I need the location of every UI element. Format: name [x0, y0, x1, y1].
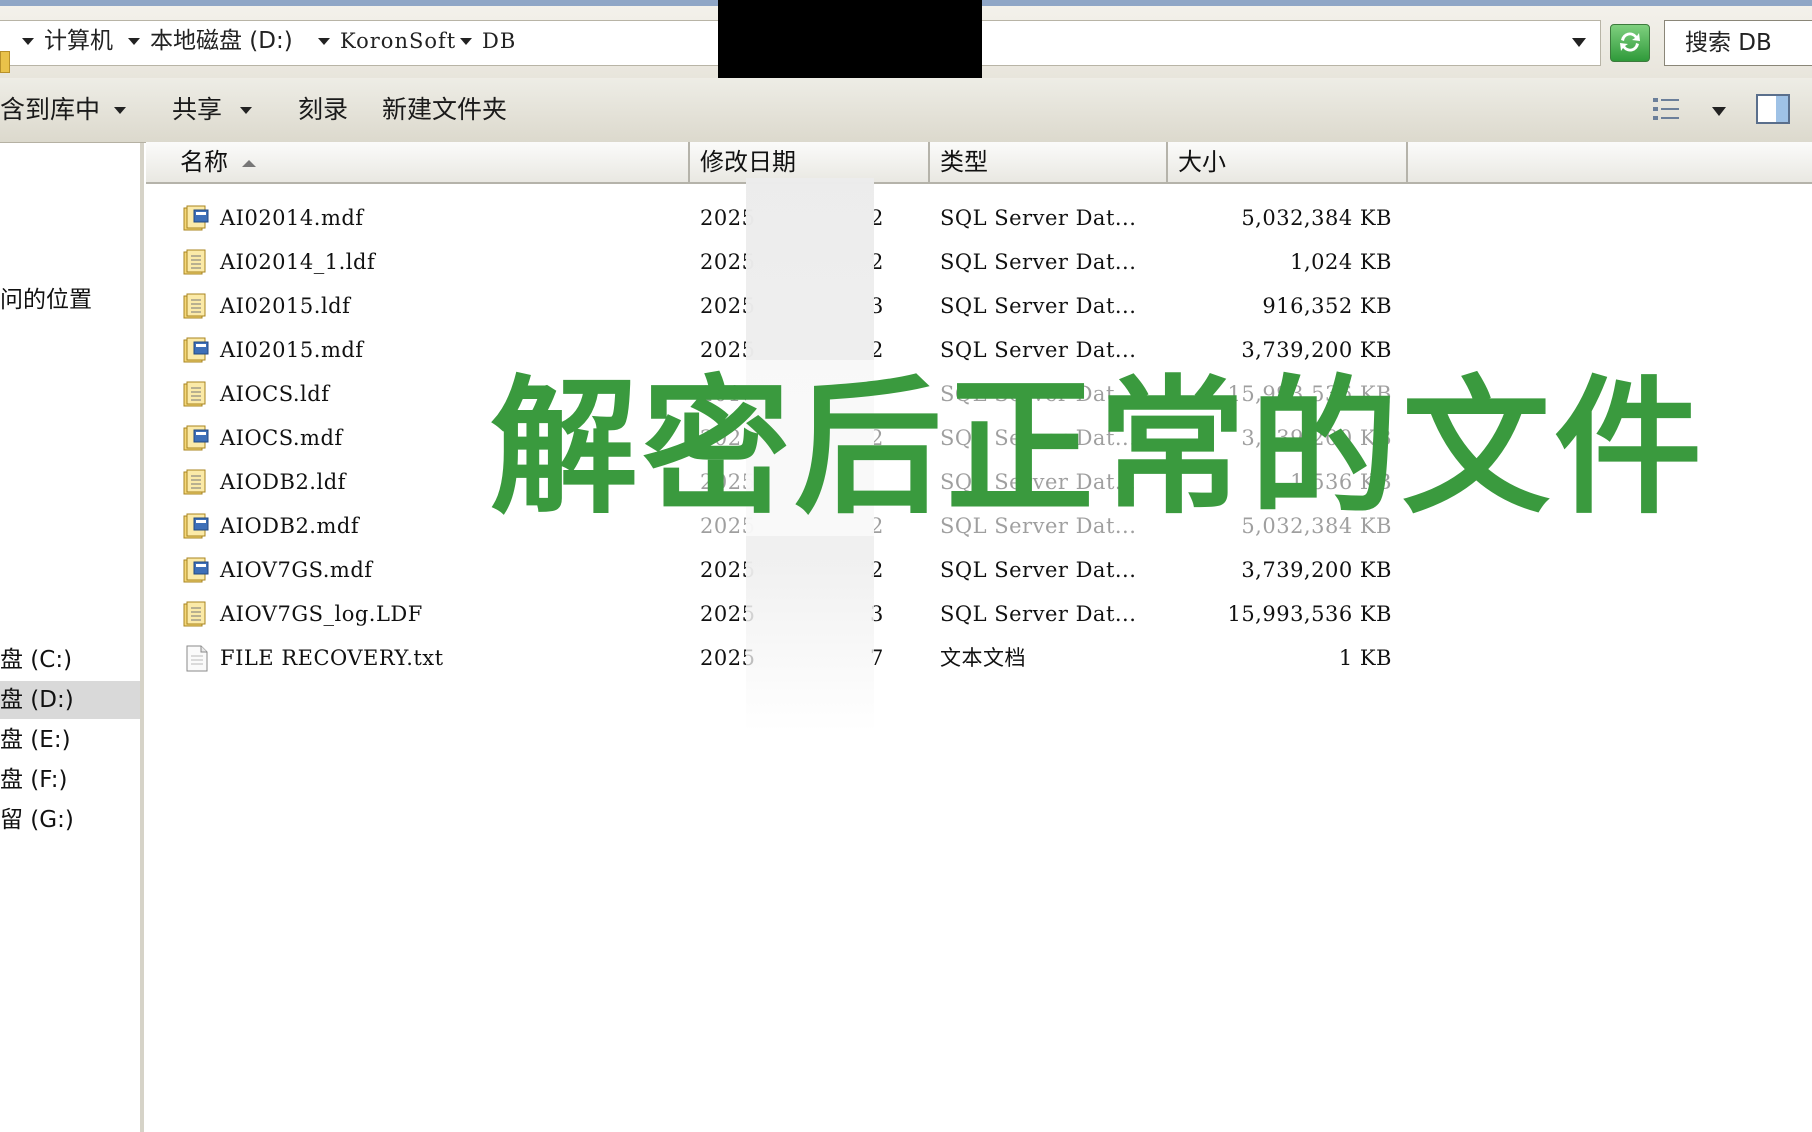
file-type: SQL Server Dat...	[940, 602, 1137, 626]
nav-item-recent-places[interactable]: 问的位置	[0, 281, 140, 319]
nav-item-drive-g[interactable]: 留 (G:)	[0, 801, 140, 839]
file-name: AI02014_1.ldf	[220, 250, 376, 274]
file-name: AIOV7GS_log.LDF	[220, 602, 423, 626]
file-size: 5,032,384 KB	[1241, 206, 1392, 230]
file-name: AIODB2.ldf	[220, 470, 346, 494]
column-header-type[interactable]: 类型	[930, 142, 1168, 182]
preview-pane-icon[interactable]	[1756, 94, 1790, 124]
chevron-down-icon[interactable]	[128, 38, 140, 45]
file-size: 1 KB	[1338, 646, 1392, 670]
overlay-caption: 解密后正常的文件	[490, 362, 1706, 534]
nav-item-drive-d[interactable]: 盘 (D:)	[0, 681, 140, 719]
share-button[interactable]: 共享	[172, 92, 222, 128]
refresh-icon	[1620, 32, 1640, 52]
database-log-file-icon	[182, 292, 210, 320]
file-name: AIOCS.mdf	[220, 426, 343, 450]
nav-item-drive-f[interactable]: 盘 (F:)	[0, 761, 140, 799]
file-type: 文本文档	[940, 646, 1026, 670]
database-data-file-icon	[182, 424, 210, 452]
database-log-file-icon	[182, 468, 210, 496]
chevron-down-icon[interactable]	[240, 107, 252, 114]
refresh-button[interactable]	[1610, 24, 1650, 62]
column-header-type-label: 类型	[940, 148, 988, 176]
database-data-file-icon	[182, 336, 210, 364]
column-header-name[interactable]: 名称	[146, 142, 690, 182]
column-header-name-label: 名称	[180, 148, 228, 176]
sort-ascending-icon	[242, 159, 256, 167]
file-name: AIODB2.mdf	[220, 514, 360, 538]
column-header-size-label: 大小	[1178, 148, 1226, 176]
text-file-icon	[182, 644, 210, 672]
file-name: FILE RECOVERY.txt	[220, 646, 444, 670]
column-header-row: 名称 修改日期 类型 大小	[146, 142, 1812, 184]
search-placeholder: 搜索 DB	[1685, 30, 1772, 56]
file-name: AI02015.mdf	[220, 338, 364, 362]
file-size: 3,739,200 KB	[1241, 558, 1392, 582]
file-size: 916,352 KB	[1262, 294, 1392, 318]
column-header-date-label: 修改日期	[700, 148, 796, 176]
file-name: AI02014.mdf	[220, 206, 364, 230]
nav-item-drive-e[interactable]: 盘 (E:)	[0, 721, 140, 759]
chevron-down-icon[interactable]	[460, 38, 472, 45]
database-data-file-icon	[182, 512, 210, 540]
breadcrumb-drive-d[interactable]: 本地磁盘 (D:)	[150, 23, 293, 59]
file-size: 1,024 KB	[1290, 250, 1392, 274]
chevron-down-icon[interactable]	[22, 38, 34, 45]
chevron-down-icon[interactable]	[318, 38, 330, 45]
database-data-file-icon	[182, 204, 210, 232]
address-history-dropdown-icon[interactable]	[1572, 38, 1586, 47]
breadcrumb-db[interactable]: DB	[482, 23, 516, 59]
database-log-file-icon	[182, 600, 210, 628]
view-dropdown-icon[interactable]	[1712, 107, 1726, 116]
file-name: AI02015.ldf	[220, 294, 351, 318]
breadcrumb-computer[interactable]: 计算机	[44, 23, 113, 59]
file-type: SQL Server Dat...	[940, 558, 1137, 582]
burn-button[interactable]: 刻录	[298, 92, 348, 128]
database-log-file-icon	[182, 248, 210, 276]
column-header-date[interactable]: 修改日期	[690, 142, 930, 182]
chevron-down-icon[interactable]	[114, 107, 126, 114]
file-type: SQL Server Dat...	[940, 250, 1137, 274]
file-type: SQL Server Dat...	[940, 294, 1137, 318]
nav-item-drive-c[interactable]: 盘 (C:)	[0, 641, 140, 679]
include-in-library-button[interactable]: 含到库中	[0, 92, 100, 128]
database-log-file-icon	[182, 380, 210, 408]
file-name: AIOCS.ldf	[220, 382, 330, 406]
folder-icon	[0, 51, 10, 73]
new-folder-button[interactable]: 新建文件夹	[382, 92, 507, 128]
command-bar: 含到库中 共享 刻录 新建文件夹	[0, 78, 1812, 143]
file-name: AIOV7GS.mdf	[220, 558, 373, 582]
column-header-size[interactable]: 大小	[1168, 142, 1408, 182]
navigation-pane: 问的位置 盘 (C:) 盘 (D:) 盘 (E:) 盘 (F:) 留 (G:)	[0, 143, 144, 1132]
search-input[interactable]: 搜索 DB	[1664, 20, 1812, 66]
file-size: 15,993,536 KB	[1227, 602, 1392, 626]
breadcrumb-koronsoft[interactable]: KoronSoft	[340, 23, 456, 59]
database-data-file-icon	[182, 556, 210, 584]
view-options-icon[interactable]	[1652, 96, 1682, 122]
file-type: SQL Server Dat...	[940, 206, 1137, 230]
